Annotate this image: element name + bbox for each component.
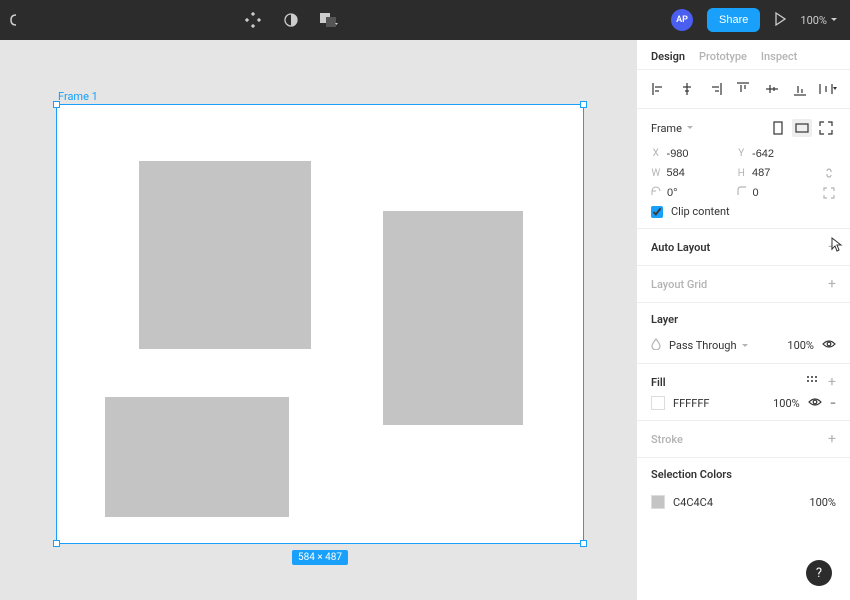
y-label: Y: [737, 148, 747, 159]
align-right-icon[interactable]: [705, 80, 725, 98]
resize-handle-tr[interactable]: [580, 101, 587, 108]
corner-radius-icon: [737, 186, 747, 199]
align-left-icon[interactable]: [649, 80, 669, 98]
selection-opacity[interactable]: 100%: [809, 496, 836, 509]
align-top-icon[interactable]: [733, 80, 753, 98]
zoom-value: 100%: [800, 14, 827, 27]
layer-opacity[interactable]: 100%: [787, 339, 814, 352]
clip-content-checkbox[interactable]: [651, 206, 663, 218]
fill-section: Fill + FFFFFF 100% −: [637, 364, 850, 421]
size-badge: 584 × 487: [292, 550, 348, 565]
rotation-input[interactable]: [667, 187, 727, 199]
toolbar-right: AP Share 100%: [671, 8, 838, 32]
toolbar-left: [12, 11, 338, 29]
frame-type-dropdown[interactable]: Frame: [651, 122, 694, 135]
back-icon[interactable]: [6, 11, 24, 29]
help-button[interactable]: ?: [806, 560, 832, 586]
clip-content-label: Clip content: [671, 205, 730, 218]
add-fill-button[interactable]: +: [828, 374, 836, 390]
resize-to-fit-button[interactable]: [816, 119, 836, 137]
radius-input[interactable]: [753, 187, 813, 199]
independent-corners-icon[interactable]: [822, 187, 836, 199]
blend-mode-dropdown[interactable]: Pass Through: [669, 339, 779, 352]
add-auto-layout-button[interactable]: +: [828, 239, 836, 255]
fill-style-icon[interactable]: [806, 375, 818, 390]
height-input[interactable]: [752, 167, 812, 179]
chevron-down-icon: [830, 16, 838, 24]
layout-grid-section: Layout Grid +: [637, 266, 850, 303]
align-bottom-icon[interactable]: [790, 80, 810, 98]
boolean-icon[interactable]: [320, 11, 338, 29]
landscape-button[interactable]: [792, 119, 812, 137]
panel-tabs: Design Prototype Inspect: [637, 40, 850, 70]
align-vcenter-icon[interactable]: [762, 80, 782, 98]
w-label: W: [651, 168, 661, 179]
present-icon[interactable]: [774, 12, 786, 29]
top-toolbar: AP Share 100%: [0, 0, 850, 40]
orientation-group: [768, 119, 836, 137]
width-input[interactable]: [667, 167, 727, 179]
resize-handle-br[interactable]: [580, 540, 587, 547]
layer-title: Layer: [651, 313, 836, 326]
frame-section: Frame X Y · W H: [637, 109, 850, 229]
frame[interactable]: [56, 104, 584, 544]
tab-prototype[interactable]: Prototype: [699, 50, 747, 63]
main-area: Frame 1 584 × 487 Design Prototype Inspe…: [0, 40, 850, 600]
rotation-icon: [651, 186, 661, 199]
visibility-icon[interactable]: [822, 339, 836, 352]
chevron-down-icon: [741, 342, 749, 350]
tab-design[interactable]: Design: [651, 50, 685, 63]
resize-handle-tl[interactable]: [53, 101, 60, 108]
add-stroke-button[interactable]: +: [828, 431, 836, 447]
distribute-icon[interactable]: [818, 80, 838, 98]
rectangle[interactable]: [139, 161, 311, 349]
layer-section: Layer Pass Through 100%: [637, 303, 850, 364]
selection-colors-section: Selection Colors C4C4C4 100%: [637, 458, 850, 519]
zoom-dropdown[interactable]: 100%: [800, 14, 838, 27]
fill-hex[interactable]: FFFFFF: [673, 397, 765, 410]
selection-swatch[interactable]: [651, 495, 665, 509]
rectangle[interactable]: [105, 397, 289, 517]
fill-swatch[interactable]: [651, 396, 665, 410]
avatar[interactable]: AP: [671, 9, 693, 31]
component-icon[interactable]: [244, 11, 262, 29]
auto-layout-section: Auto Layout +: [637, 229, 850, 266]
remove-fill-button[interactable]: −: [830, 397, 836, 410]
frame-label[interactable]: Frame 1: [58, 90, 98, 103]
portrait-button[interactable]: [768, 119, 788, 137]
fill-title: Fill: [651, 376, 666, 389]
blend-droplet-icon: [651, 338, 661, 353]
add-layout-grid-button[interactable]: +: [828, 276, 836, 292]
align-hcenter-icon[interactable]: [677, 80, 697, 98]
properties-panel: Design Prototype Inspect Frame: [636, 40, 850, 600]
share-button[interactable]: Share: [707, 8, 760, 32]
selection-hex[interactable]: C4C4C4: [673, 496, 801, 509]
selection-colors-title: Selection Colors: [651, 468, 836, 481]
chevron-down-icon: [686, 124, 694, 132]
resize-handle-bl[interactable]: [53, 540, 60, 547]
canvas[interactable]: Frame 1 584 × 487: [0, 40, 636, 600]
layout-grid-title: Layout Grid: [651, 278, 707, 291]
frame-type: Frame: [651, 122, 682, 135]
x-label: X: [651, 148, 661, 159]
constrain-proportions-icon[interactable]: [822, 166, 836, 180]
stroke-section: Stroke +: [637, 421, 850, 458]
stroke-title: Stroke: [651, 433, 683, 446]
align-tools: [637, 70, 850, 109]
y-input[interactable]: [752, 148, 812, 160]
h-label: H: [737, 168, 747, 179]
fill-visibility-icon[interactable]: [808, 397, 822, 410]
mask-icon[interactable]: [282, 11, 300, 29]
x-input[interactable]: [667, 148, 727, 160]
auto-layout-title: Auto Layout: [651, 241, 710, 254]
fill-opacity[interactable]: 100%: [773, 397, 800, 410]
blend-mode: Pass Through: [669, 339, 737, 352]
rectangle[interactable]: [383, 211, 523, 425]
tab-inspect[interactable]: Inspect: [761, 50, 797, 63]
